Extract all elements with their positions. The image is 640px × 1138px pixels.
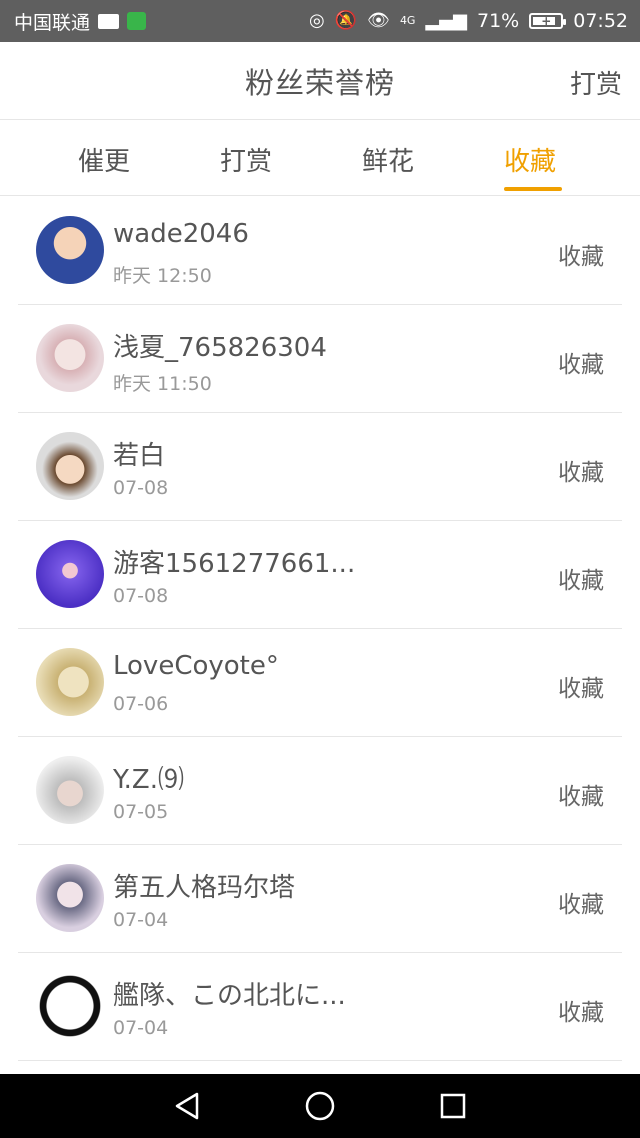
user-time: 昨天 11:50	[113, 373, 212, 395]
avatar	[36, 972, 104, 1040]
user-time: 07-04	[113, 909, 169, 931]
collect-label: 收藏	[558, 460, 604, 486]
avatar	[36, 864, 104, 932]
list-item[interactable]: wade2046 昨天 12:50 收藏	[0, 197, 640, 305]
reward-button[interactable]: 打赏	[570, 64, 622, 101]
avatar	[36, 216, 104, 284]
page-title: 粉丝荣誉榜	[244, 65, 395, 100]
status-right: ◎ 🔕 👁 4G ▂▄▆ 71% + 07:52	[309, 10, 628, 32]
user-time: 07-04	[113, 1017, 169, 1039]
user-time: 昨天 12:50	[113, 265, 212, 287]
list-item[interactable]: 游客1561277661... 07-08 收藏	[0, 521, 640, 629]
collect-label: 收藏	[558, 352, 604, 378]
status-left: 中国联通	[14, 8, 147, 35]
avatar	[36, 648, 104, 716]
avatar	[36, 432, 104, 500]
user-time: 07-08	[113, 585, 169, 607]
network-type-label: 4G	[399, 14, 416, 27]
iqiyi-app-icon	[127, 12, 147, 30]
collect-label: 收藏	[558, 244, 604, 270]
list-item[interactable]: 若白 07-08 收藏	[0, 413, 640, 521]
signal-icon: ▂▄▆	[425, 10, 467, 31]
tab-collect[interactable]: 收藏	[504, 141, 556, 178]
user-name: wade2046	[113, 219, 249, 249]
user-time: 07-08	[113, 477, 169, 499]
avatar	[36, 756, 104, 824]
carrier-label: 中国联通	[14, 11, 91, 34]
tab-bar: 催更 打赏 鲜花 收藏	[0, 121, 640, 196]
tab-flowers[interactable]: 鲜花	[362, 141, 414, 178]
active-tab-indicator	[504, 187, 562, 191]
list-item[interactable]: 浅夏_765826304 昨天 11:50 收藏	[0, 305, 640, 413]
nfc-icon: ◎	[308, 10, 325, 31]
system-nav-bar	[0, 1074, 640, 1138]
divider	[18, 1060, 622, 1061]
user-name: 游客1561277661...	[113, 549, 356, 579]
user-name: LoveCoyote°	[113, 651, 279, 681]
collect-label: 收藏	[558, 892, 604, 918]
collect-label: 收藏	[558, 1000, 604, 1026]
page-header: 粉丝荣誉榜 打赏	[0, 42, 640, 120]
briefcase-icon	[98, 13, 120, 29]
clock: 07:52	[573, 10, 628, 32]
eye-icon: 👁	[367, 10, 390, 31]
battery-icon: +	[529, 13, 567, 29]
tab-reward[interactable]: 打赏	[220, 141, 272, 178]
list-item[interactable]: Y.Z.⑼ 07-05 收藏	[0, 737, 640, 845]
user-name: 艦隊、この北北に...	[113, 981, 346, 1011]
list-item[interactable]: 艦隊、この北北に... 07-04 收藏	[0, 953, 640, 1061]
collect-label: 收藏	[558, 568, 604, 594]
avatar	[36, 324, 104, 392]
fan-list: wade2046 昨天 12:50 收藏 浅夏_765826304 昨天 11:…	[0, 197, 640, 1061]
user-time: 07-06	[113, 693, 169, 715]
user-name: 若白	[113, 441, 166, 471]
back-triangle-icon[interactable]	[167, 1086, 207, 1126]
avatar	[36, 540, 104, 608]
mute-icon: 🔕	[334, 10, 358, 31]
collect-label: 收藏	[558, 676, 604, 702]
user-name: 浅夏_765826304	[113, 333, 327, 363]
battery-percent: 71%	[477, 10, 520, 32]
status-bar: 中国联通 ◎ 🔕 👁 4G ▂▄▆ 71% + 07:52	[0, 0, 640, 42]
tab-urge[interactable]: 催更	[78, 141, 130, 178]
user-name: Y.Z.⑼	[113, 765, 184, 795]
list-item[interactable]: 第五人格玛尔塔 07-04 收藏	[0, 845, 640, 953]
recents-square-icon[interactable]	[433, 1086, 473, 1126]
user-name: 第五人格玛尔塔	[113, 873, 296, 903]
list-item[interactable]: LoveCoyote° 07-06 收藏	[0, 629, 640, 737]
home-circle-icon[interactable]	[300, 1086, 340, 1126]
collect-label: 收藏	[558, 784, 604, 810]
user-time: 07-05	[113, 801, 169, 823]
